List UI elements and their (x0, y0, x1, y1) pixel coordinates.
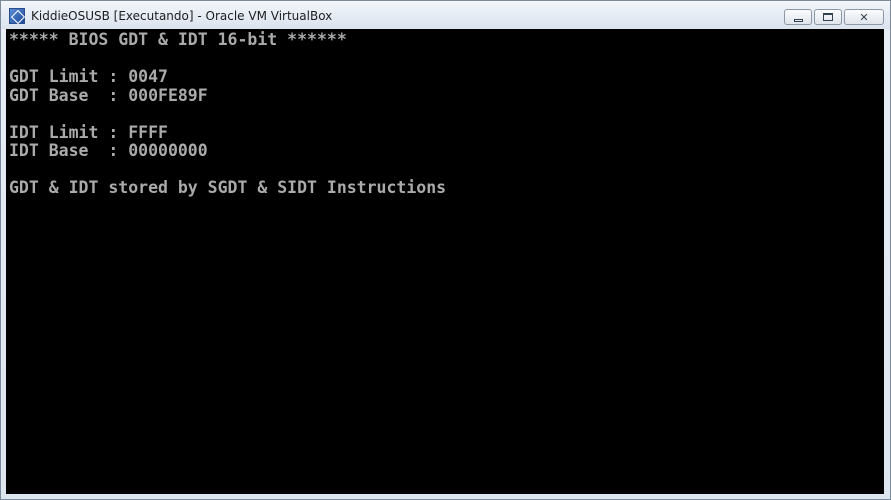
window-title: KiddieOSUSB [Executando] - Oracle VM Vir… (31, 9, 333, 23)
virtualbox-icon[interactable] (9, 8, 25, 24)
close-button[interactable]: ✕ (844, 9, 884, 25)
minimize-button[interactable] (784, 9, 812, 25)
close-icon: ✕ (859, 10, 869, 24)
virtualbox-window: KiddieOSUSB [Executando] - Oracle VM Vir… (0, 0, 891, 500)
title-bar[interactable]: KiddieOSUSB [Executando] - Oracle VM Vir… (1, 1, 890, 29)
console-line-idt-limit: IDT Limit : FFFF (9, 122, 168, 142)
console-output: ***** BIOS GDT & IDT 16-bit ****** GDT Li… (9, 30, 447, 198)
console-line-blank (9, 50, 446, 69)
window-controls: ✕ (784, 9, 884, 27)
console-line-footer: GDT & IDT stored by SGDT & SIDT Instruct… (9, 178, 447, 197)
console-line-blank (9, 105, 446, 124)
minimize-icon (793, 18, 803, 22)
console-line-gdt-base: GDT Base : 000FE89F (9, 85, 208, 105)
console-line-header: ***** BIOS GDT & IDT 16-bit ****** (9, 30, 347, 49)
console-line-gdt-limit: GDT Limit : 0047 (9, 67, 168, 86)
console-line-idt-base: IDT Base : 00000000 (9, 141, 208, 160)
console-line-blank (9, 161, 446, 180)
maximize-icon (823, 13, 833, 21)
vm-display[interactable]: ***** BIOS GDT & IDT 16-bit ****** GDT Li… (6, 29, 884, 494)
maximize-button[interactable] (814, 9, 842, 25)
